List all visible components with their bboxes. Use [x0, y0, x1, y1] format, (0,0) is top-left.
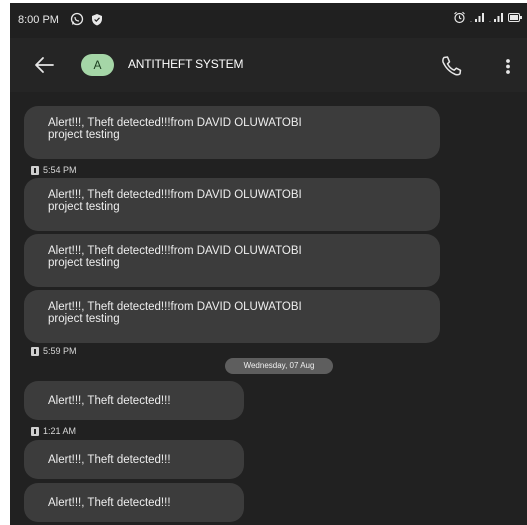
back-button[interactable] [30, 53, 58, 77]
message-timestamp: 5:59 PM [31, 346, 77, 356]
more-vert-icon [506, 59, 510, 74]
timestamp-text: 5:54 PM [43, 165, 77, 175]
message-text: Alert!!!, Theft detected!!! [48, 395, 171, 407]
sim-icon [31, 426, 39, 436]
message-text-line: Alert!!!, Theft detected!!!from DAVID OL… [48, 245, 302, 257]
signal-icon: . [489, 13, 503, 23]
date-separator: Wednesday, 07 Aug [225, 358, 333, 374]
message-text-line: project testing [48, 201, 120, 213]
message-bubble[interactable]: Alert!!!, Theft detected!!!from DAVID OL… [24, 178, 440, 231]
call-button[interactable] [438, 53, 464, 79]
contact-name[interactable]: ANTITHEFT SYSTEM [128, 57, 243, 71]
message-bubble[interactable]: Alert!!!, Theft detected!!! [24, 483, 244, 522]
back-arrow-icon [35, 57, 54, 73]
message-bubble[interactable]: Alert!!!, Theft detected!!! [24, 381, 244, 420]
timestamp-text: 1:21 AM [43, 426, 77, 436]
message-text-line: Alert!!!, Theft detected!!!from DAVID OL… [48, 117, 302, 129]
alarm-icon [454, 11, 465, 24]
status-bar: 8:00 PM . . [10, 3, 527, 38]
sim-icon [31, 165, 39, 175]
timestamp-text: 5:59 PM [43, 346, 77, 356]
message-list[interactable]: Alert!!!, Theft detected!!!from DAVID OL… [10, 92, 527, 525]
battery-icon [508, 13, 522, 22]
message-bubble[interactable]: Alert!!!, Theft detected!!! [24, 440, 244, 479]
message-text: Alert!!!, Theft detected!!! [48, 497, 171, 509]
message-text-line: project testing [48, 257, 120, 269]
message-timestamp: 5:54 PM [31, 165, 77, 175]
status-right-icons: . . [453, 11, 523, 24]
more-options-button[interactable] [500, 54, 516, 78]
message-text-line: Alert!!!, Theft detected!!!from DAVID OL… [48, 189, 302, 201]
sim-icon [31, 346, 39, 356]
message-bubble[interactable]: Alert!!!, Theft detected!!!from DAVID OL… [24, 234, 440, 287]
phone-icon [442, 56, 462, 76]
whatsapp-icon [70, 12, 84, 26]
status-time: 8:00 PM [18, 14, 59, 26]
message-bubble[interactable]: Alert!!!, Theft detected!!!from DAVID OL… [24, 290, 440, 343]
conversation-header: A ANTITHEFT SYSTEM [10, 38, 527, 92]
message-text-line: Alert!!!, Theft detected!!!from DAVID OL… [48, 301, 302, 313]
message-timestamp: 1:21 AM [31, 426, 76, 436]
signal-icon: . [470, 13, 484, 23]
svg-text:.: . [470, 17, 472, 23]
message-bubble[interactable]: Alert!!!, Theft detected!!!from DAVID OL… [24, 106, 440, 159]
message-text-line: project testing [48, 313, 120, 325]
shield-icon [92, 13, 103, 25]
avatar[interactable]: A [81, 54, 114, 76]
status-left-icons [70, 12, 103, 26]
phone-screen: 8:00 PM . . A ANTITHEFT SYSTEM Alert!!!,… [10, 3, 527, 525]
svg-text:.: . [489, 17, 491, 23]
message-text: Alert!!!, Theft detected!!! [48, 454, 171, 466]
message-text-line: project testing [48, 129, 120, 141]
